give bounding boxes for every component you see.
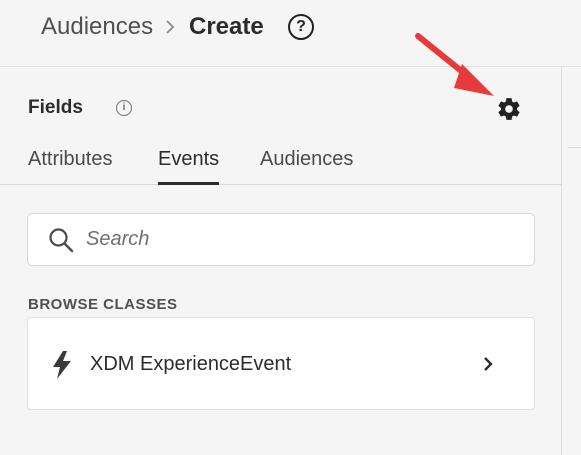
class-item-xdm-experienceevent[interactable]: XDM ExperienceEvent — [27, 317, 535, 410]
class-item-label: XDM ExperienceEvent — [90, 353, 292, 375]
right-panel-edge — [562, 67, 581, 455]
chevron-right-icon[interactable] — [480, 354, 496, 374]
tab-events[interactable]: Events — [158, 147, 219, 171]
search-input[interactable] — [86, 224, 506, 254]
search-icon — [49, 228, 74, 253]
help-icon[interactable]: ? — [288, 14, 314, 40]
browse-classes-label: BROWSE CLASSES — [28, 296, 178, 313]
info-icon[interactable]: i — [116, 100, 132, 116]
chevron-right-icon — [166, 20, 175, 34]
tab-audiences[interactable]: Audiences — [260, 147, 353, 171]
page-title: Create — [189, 13, 264, 40]
divider — [568, 147, 581, 148]
breadcrumb-audiences-link[interactable]: Audiences — [41, 13, 153, 41]
tab-attributes[interactable]: Attributes — [28, 147, 112, 171]
search-field[interactable] — [27, 213, 535, 266]
annotation-arrow-icon — [415, 33, 494, 96]
active-tab-indicator — [158, 182, 219, 185]
tabs-divider — [0, 184, 561, 185]
lightning-bolt-icon — [53, 351, 71, 379]
fields-title: Fields — [28, 97, 83, 118]
